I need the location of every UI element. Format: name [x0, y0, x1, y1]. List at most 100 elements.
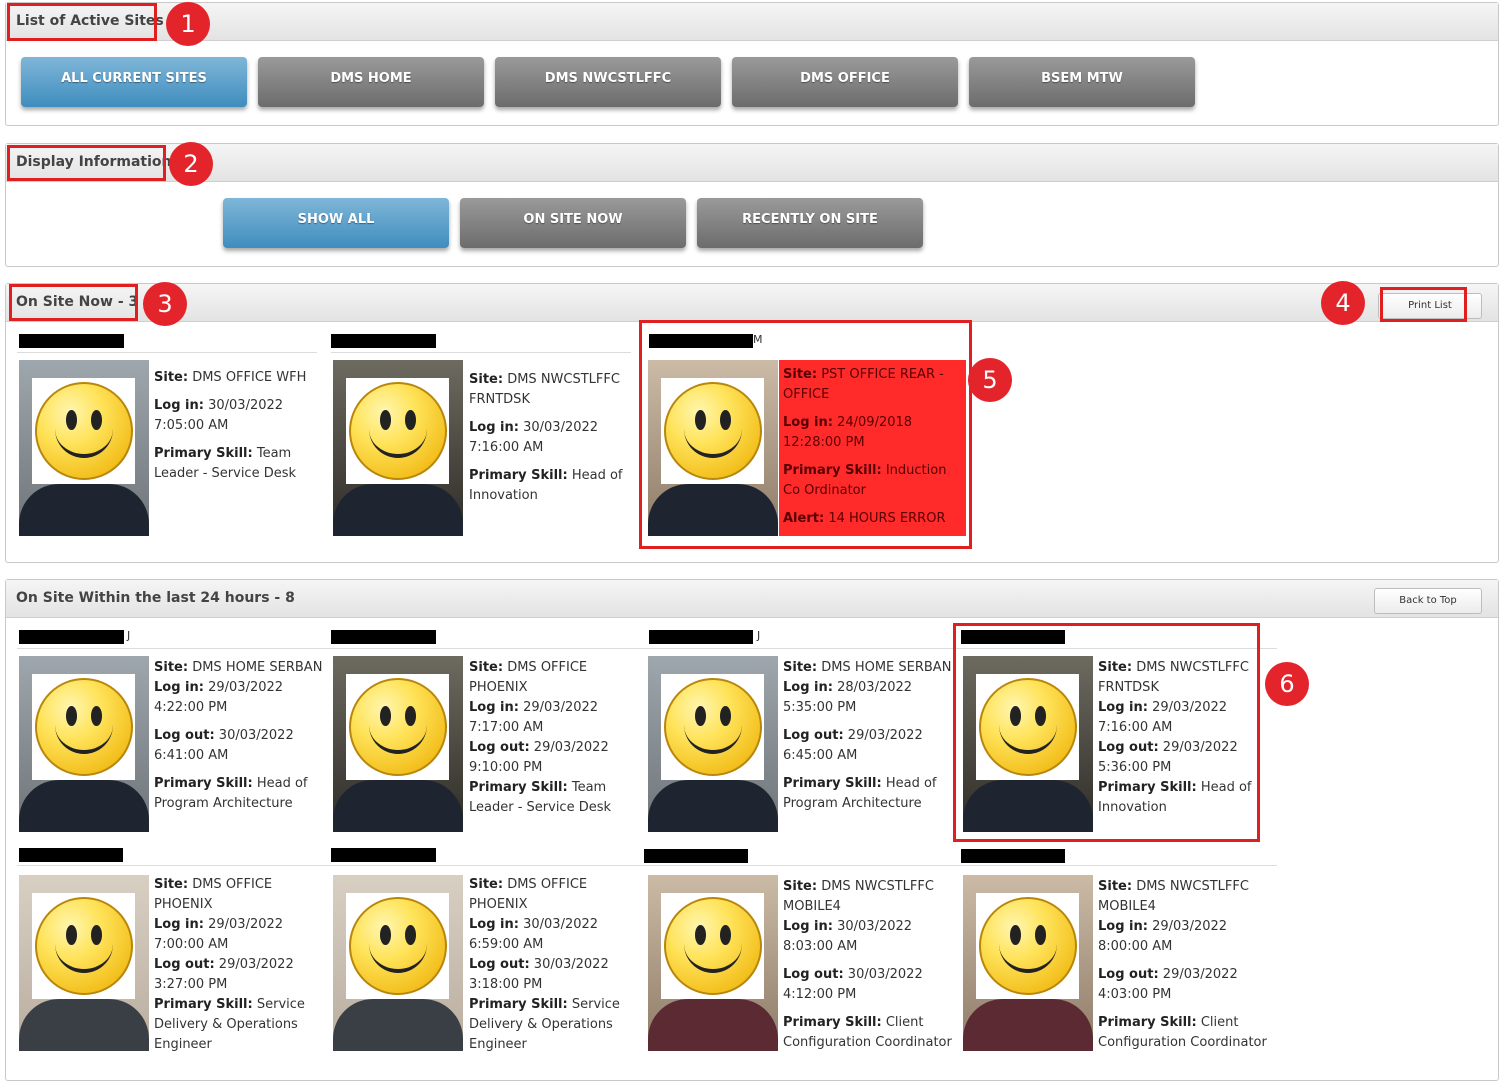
person-photo [19, 656, 149, 832]
person-photo [333, 360, 463, 536]
skill-label: Primary Skill: [1098, 1015, 1197, 1030]
person-photo [648, 875, 778, 1051]
site-value: DMS HOME SERBAN [192, 660, 323, 675]
smiley-face-icon [349, 678, 447, 776]
person-photo [19, 875, 149, 1051]
login-label: Log in: [469, 917, 519, 932]
smiley-face-icon [664, 897, 762, 995]
annotation-box-3 [9, 284, 138, 321]
person-details: Site: DMS HOME SERBAN Log in: 28/03/2022… [783, 658, 955, 814]
login-label: Log in: [783, 919, 833, 934]
person-details: Site: DMS OFFICE PHOENIX Log in: 29/03/2… [469, 658, 629, 818]
smiley-face-icon [349, 897, 447, 995]
smiley-face-icon [979, 897, 1077, 995]
person-name-redacted [19, 848, 123, 862]
annotation-box-2 [7, 145, 166, 181]
smiley-face-icon [349, 382, 447, 480]
on-site-now-header: On Site Now - 3 [6, 284, 1498, 322]
display-info-panel: Display Information SHOW ALL ON SITE NOW… [5, 143, 1499, 267]
dms-nwcstlffc-button[interactable]: DMS NWCSTLFFC [495, 57, 721, 107]
site-label: Site: [469, 877, 504, 892]
person-photo [333, 875, 463, 1051]
on-site-now-button[interactable]: ON SITE NOW [460, 198, 686, 248]
person-details: Site: DMS OFFICE PHOENIX Log in: 29/03/2… [154, 875, 314, 1055]
active-sites-panel: List of Active Sites ALL CURRENT SITES D… [5, 2, 1499, 126]
smiley-face-icon [35, 897, 133, 995]
person-name-redacted [961, 849, 1065, 863]
login-label: Log in: [1098, 919, 1148, 934]
annotation-marker-4: 4 [1321, 281, 1365, 325]
recently-on-site-button[interactable]: RECENTLY ON SITE [697, 198, 923, 248]
card-divider [331, 352, 631, 353]
show-all-button[interactable]: SHOW ALL [223, 198, 449, 248]
dms-home-button[interactable]: DMS HOME [258, 57, 484, 107]
site-value: DMS OFFICE WFH [192, 370, 307, 385]
skill-label: Primary Skill: [469, 468, 568, 483]
card-divider [17, 352, 317, 353]
annotation-marker-5: 5 [968, 358, 1012, 402]
person-name-redacted [19, 334, 124, 348]
annotation-marker-2: 2 [169, 142, 213, 186]
person-photo [648, 656, 778, 832]
person-name-redacted [644, 849, 748, 863]
recent-title: On Site Within the last 24 hours - 8 [16, 590, 295, 606]
person-details: Site: DMS NWCSTLFFC FRNTDSK Log in: 30/0… [469, 370, 629, 506]
skill-label: Primary Skill: [469, 780, 568, 795]
site-label: Site: [783, 660, 818, 675]
logout-label: Log out: [469, 740, 530, 755]
site-value: DMS HOME SERBAN [821, 660, 952, 675]
logout-label: Log out: [783, 967, 844, 982]
skill-label: Primary Skill: [783, 776, 882, 791]
smiley-face-icon [35, 678, 133, 776]
annotation-marker-3: 3 [143, 282, 187, 326]
skill-label: Primary Skill: [783, 1015, 882, 1030]
login-label: Log in: [469, 420, 519, 435]
person-name-suffix: J [757, 629, 761, 642]
skill-label: Primary Skill: [154, 446, 253, 461]
bsem-mtw-button[interactable]: BSEM MTW [969, 57, 1195, 107]
person-name-redacted [19, 630, 124, 644]
display-info-header: Display Information [6, 144, 1498, 182]
back-to-top-button[interactable]: Back to Top [1374, 588, 1482, 614]
site-label: Site: [783, 879, 818, 894]
person-details: Site: DMS HOME SERBAN Log in: 29/03/2022… [154, 658, 326, 814]
smiley-face-icon [664, 678, 762, 776]
logout-label: Log out: [154, 957, 215, 972]
annotation-box-1 [7, 3, 157, 41]
login-label: Log in: [783, 680, 833, 695]
logout-label: Log out: [154, 728, 215, 743]
person-photo [333, 656, 463, 832]
person-name-redacted [331, 630, 436, 644]
dms-office-button[interactable]: DMS OFFICE [732, 57, 958, 107]
logout-label: Log out: [1098, 967, 1159, 982]
site-label: Site: [154, 877, 189, 892]
login-label: Log in: [469, 700, 519, 715]
person-name-suffix: J [127, 629, 131, 642]
annotation-marker-6: 6 [1265, 662, 1309, 706]
person-details: Site: DMS NWCSTLFFC MOBILE4 Log in: 29/0… [1098, 877, 1270, 1053]
site-label: Site: [469, 372, 504, 387]
logout-label: Log out: [469, 957, 530, 972]
site-label: Site: [469, 660, 504, 675]
person-details: Site: DMS OFFICE WFH Log in: 30/03/2022 … [154, 368, 319, 484]
skill-label: Primary Skill: [469, 997, 568, 1012]
row-divider [17, 865, 1277, 866]
skill-label: Primary Skill: [154, 997, 253, 1012]
all-current-sites-button[interactable]: ALL CURRENT SITES [21, 57, 247, 107]
person-name-redacted [649, 630, 753, 644]
logout-label: Log out: [783, 728, 844, 743]
annotation-box-4 [1380, 287, 1467, 322]
person-details: Site: DMS OFFICE PHOENIX Log in: 30/03/2… [469, 875, 629, 1055]
person-name-redacted [331, 334, 436, 348]
annotation-box-5 [639, 320, 972, 549]
annotation-box-6 [953, 623, 1260, 842]
site-label: Site: [154, 370, 189, 385]
site-label: Site: [1098, 879, 1133, 894]
login-label: Log in: [154, 917, 204, 932]
login-label: Log in: [154, 398, 204, 413]
person-details: Site: DMS NWCSTLFFC MOBILE4 Log in: 30/0… [783, 877, 953, 1053]
recent-header: On Site Within the last 24 hours - 8 [6, 580, 1498, 618]
smiley-face-icon [35, 382, 133, 480]
annotation-marker-1: 1 [166, 2, 210, 46]
active-sites-header: List of Active Sites [6, 3, 1498, 41]
